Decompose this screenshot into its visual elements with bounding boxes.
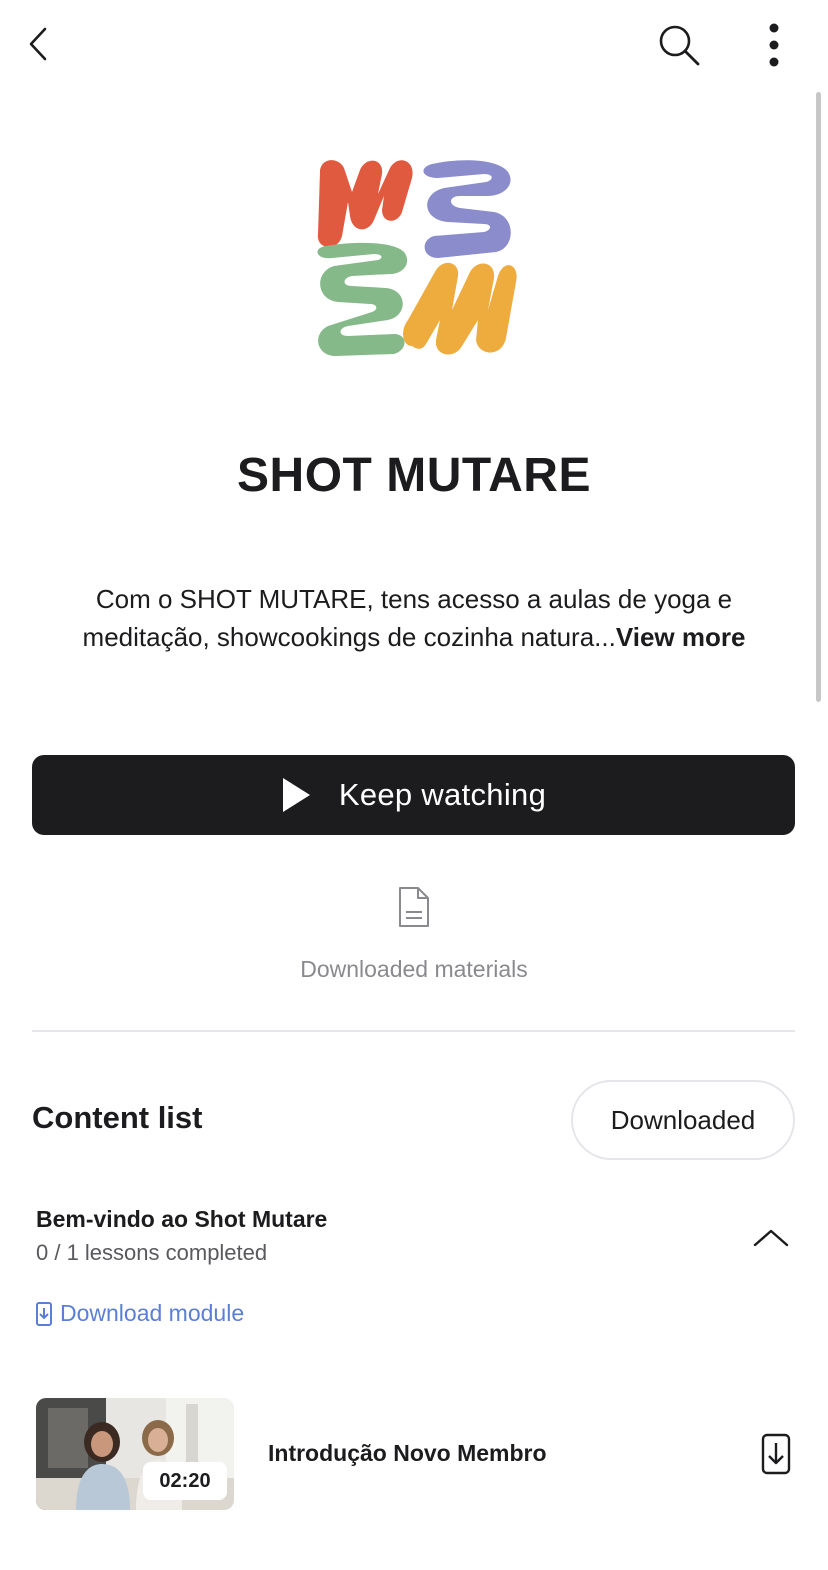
more-options-button[interactable] — [752, 18, 796, 72]
chevron-left-icon — [29, 27, 47, 61]
download-module-link[interactable]: Download module — [36, 1300, 244, 1327]
lesson-title[interactable]: Introdução Novo Membro — [268, 1440, 547, 1467]
scrollbar[interactable] — [816, 92, 821, 702]
course-title: SHOT MUTARE — [237, 449, 591, 502]
chevron-up-icon — [753, 1229, 789, 1247]
view-more-link[interactable]: View more — [616, 622, 746, 652]
downloaded-materials-label: Downloaded materials — [300, 956, 528, 982]
content-list-title: Content list — [32, 1100, 203, 1135]
shot-mutare-logo — [317, 160, 517, 356]
divider — [32, 1030, 795, 1032]
back-button[interactable] — [18, 22, 58, 66]
lesson-duration: 02:20 — [143, 1462, 227, 1500]
more-vertical-icon — [769, 23, 779, 67]
keep-watching-label: Keep watching — [338, 777, 547, 812]
document-icon — [399, 887, 429, 927]
downloaded-filter-button[interactable]: Downloaded — [571, 1080, 795, 1160]
lesson-thumbnail[interactable]: 02:20 — [36, 1398, 234, 1510]
keep-watching-button[interactable]: Keep watching — [32, 755, 795, 835]
play-icon — [282, 778, 310, 812]
collapse-module-button[interactable] — [748, 1220, 794, 1256]
lesson-download-button[interactable] — [760, 1432, 792, 1476]
top-bar — [0, 0, 828, 90]
search-icon — [659, 25, 700, 66]
downloaded-materials-button[interactable]: Downloaded materials — [0, 884, 828, 983]
course-description: Com o SHOT MUTARE, tens acesso a aulas d… — [60, 580, 768, 656]
download-module-label: Download module — [60, 1300, 245, 1326]
module-title[interactable]: Bem-vindo ao Shot Mutare — [36, 1206, 327, 1233]
module-progress: 0 / 1 lessons completed — [36, 1240, 268, 1265]
download-icon — [36, 1301, 52, 1326]
download-icon — [761, 1433, 791, 1475]
lesson-item[interactable]: 02:20 Introdução Novo Membro — [36, 1398, 796, 1510]
search-button[interactable] — [652, 18, 706, 72]
